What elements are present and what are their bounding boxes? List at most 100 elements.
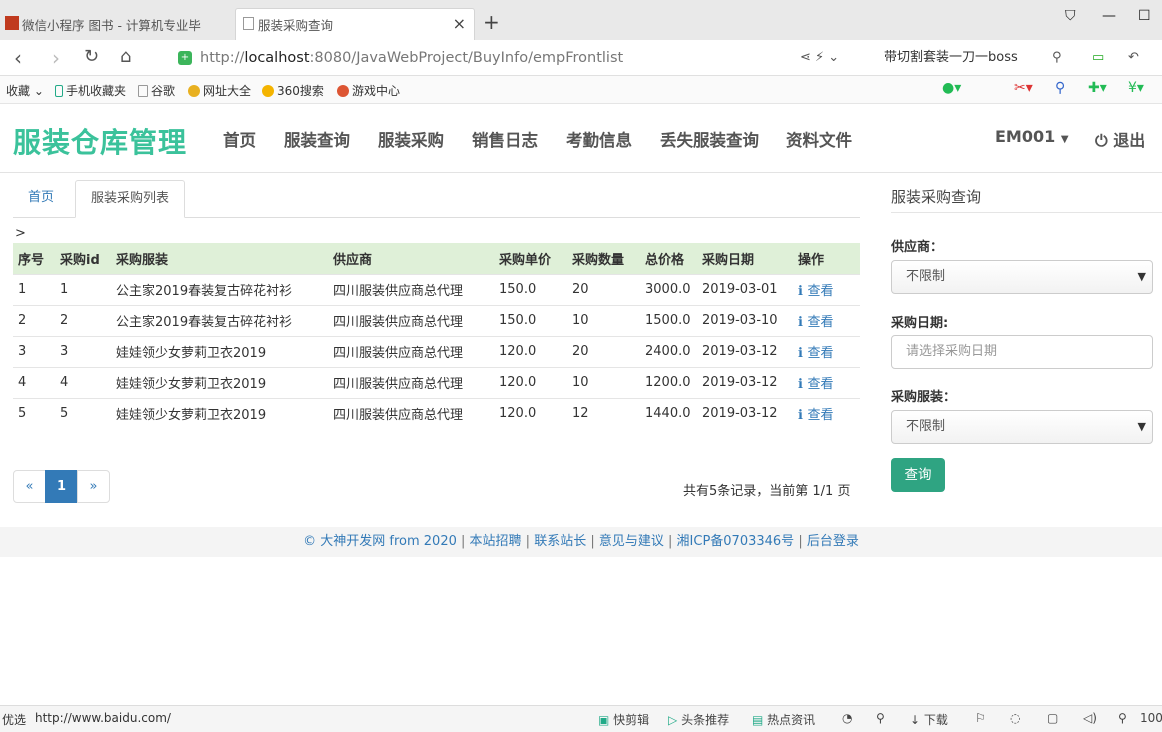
separator: |	[586, 534, 599, 549]
scissors-icon[interactable]: ✂▾	[1014, 80, 1033, 96]
nav-item-lost-clothes[interactable]: 丢失服装查询	[660, 127, 759, 151]
date-input[interactable]: 请选择采购日期	[891, 335, 1153, 369]
view-link[interactable]: ℹ 查看	[798, 346, 833, 361]
search-input[interactable]: 带切割套装一刀一boss	[878, 46, 1078, 70]
status-item[interactable]: ↓ 下载	[910, 711, 948, 728]
caret-down-icon: ▼	[1137, 270, 1146, 283]
table-cell: 10	[567, 304, 640, 336]
forward-icon[interactable]: ›	[52, 46, 60, 70]
table-cell: 3	[55, 335, 111, 367]
col-header: 采购数量	[567, 243, 640, 274]
user-menu[interactable]: EM001 ▼	[995, 127, 1069, 146]
table-row: 3 3 娃娃领少女萝莉卫衣2019 四川服装供应商总代理 120.0 20 2400.0 20…	[13, 335, 860, 367]
pin-icon[interactable]: ⚲	[876, 711, 885, 725]
refresh-icon[interactable]: ↻	[84, 46, 99, 67]
nav-item-attendance[interactable]: 考勤信息	[566, 127, 632, 151]
speed-icon[interactable]: ◔	[842, 711, 852, 725]
status-item[interactable]: ▣ 快剪辑	[598, 711, 649, 728]
footer-link[interactable]: 后台登录	[807, 534, 859, 549]
table-cell: 四川服装供应商总代理	[328, 366, 494, 398]
site-footer: © 大神开发网 from 2020 | 本站招聘 | 联系站长 | 意见与建议 …	[0, 527, 1162, 557]
table-cell: 四川服装供应商总代理	[328, 273, 494, 305]
gamepad-icon[interactable]: ✚▾	[1088, 80, 1107, 96]
next-page-button[interactable]: »	[77, 470, 110, 503]
view-link[interactable]: ℹ 查看	[798, 315, 833, 330]
url-field[interactable]: + http://localhost:8080/JavaWebProject/B…	[178, 45, 788, 71]
logout-button[interactable]: ⏻ 退出	[1095, 127, 1145, 151]
window-icon[interactable]: ▢	[1047, 711, 1058, 725]
home-icon[interactable]: ⌂	[120, 46, 131, 67]
footer-link[interactable]: 意见与建议	[599, 534, 664, 549]
footer-link[interactable]: 湘ICP备0703346号	[677, 534, 795, 549]
nav-item-files[interactable]: 资料文件	[786, 127, 852, 151]
browser-tab-1[interactable]: 微信小程序 图书 - 计算机专业毕	[0, 8, 235, 40]
table-row: 1 1 公主家2019春装复古碎花衬衫 四川服装供应商总代理 150.0 20 3000.0…	[13, 273, 860, 305]
shirt-icon[interactable]: ⛉	[1065, 8, 1076, 24]
yuan-icon[interactable]: ¥▾	[1128, 80, 1144, 96]
minimize-icon[interactable]: —	[1102, 8, 1116, 24]
bookmark-item[interactable]: 收藏 ⌄	[6, 82, 44, 99]
table-cell: 10	[567, 366, 640, 398]
table-cell: 公主家2019春装复古碎花衬衫	[111, 273, 328, 305]
nav-item-clothes-query[interactable]: 服装查询	[284, 127, 350, 151]
table-cell: 2019-03-12	[697, 335, 793, 367]
table-cell: 娃娃领少女萝莉卫衣2019	[111, 366, 328, 398]
browser-tab-bar: 微信小程序 图书 - 计算机专业毕 服装采购查询 × + ⛉ — ☐	[0, 0, 1162, 40]
nav-item-home[interactable]: 首页	[223, 127, 256, 151]
tab-purchase-list[interactable]: 服装采购列表	[75, 180, 186, 218]
back-icon[interactable]: ‹	[14, 46, 22, 70]
col-header: 总价格	[640, 243, 697, 274]
bookmark-item[interactable]: 手机收藏夹	[55, 82, 126, 99]
browser-tab-2[interactable]: 服装采购查询 ×	[235, 8, 475, 40]
clip-icon: ▣	[598, 713, 610, 727]
footer-link[interactable]: 本站招聘	[470, 534, 522, 549]
table-row: 4 4 娃娃领少女萝莉卫衣2019 四川服装供应商总代理 120.0 10 1200.0 20…	[13, 366, 860, 398]
volume-icon[interactable]: ◁)	[1083, 711, 1097, 725]
footer-link[interactable]: © 大神开发网 from 2020	[303, 534, 457, 549]
nav-item-sales-log[interactable]: 销售日志	[472, 127, 538, 151]
logout-label: 退出	[1113, 131, 1146, 150]
search-icon	[262, 84, 274, 97]
power-icon: ⏻	[1095, 131, 1108, 150]
bookmark-item[interactable]: 360搜索	[262, 82, 324, 99]
col-header: 采购日期	[697, 243, 793, 274]
nav-item-purchase[interactable]: 服装采购	[378, 127, 444, 151]
close-icon[interactable]: ×	[453, 14, 466, 33]
wechat-icon[interactable]: ●▾	[942, 80, 961, 96]
bookmark-item[interactable]: 游戏中心	[337, 82, 400, 99]
page-1-button[interactable]: 1	[45, 470, 78, 503]
bookmark-item[interactable]: 网址大全	[188, 82, 251, 99]
query-button[interactable]: 查询	[891, 458, 945, 492]
table-cell: 3	[13, 335, 55, 367]
zoom-icon[interactable]: ⚲	[1118, 711, 1127, 725]
share-icon[interactable]: ⋖ ⚡ ⌄	[800, 50, 839, 65]
view-link[interactable]: ℹ 查看	[798, 408, 833, 423]
undo-icon[interactable]: ↶	[1128, 50, 1139, 65]
supplier-select[interactable]: 不限制 ▼	[891, 260, 1153, 294]
footer-link[interactable]: 联系站长	[534, 534, 586, 549]
status-item[interactable]: ▷ 头条推荐	[668, 711, 729, 728]
site-brand[interactable]: 服装仓库管理	[13, 121, 187, 161]
clothes-select[interactable]: 不限制 ▼	[891, 410, 1153, 444]
view-link[interactable]: ℹ 查看	[798, 284, 833, 299]
battery-icon[interactable]: ▭	[1092, 50, 1104, 65]
table-cell: 四川服装供应商总代理	[328, 397, 494, 429]
bookmark-item[interactable]: 谷歌	[138, 82, 175, 99]
address-bar: ‹ › ↻ ⌂ + http://localhost:8080/JavaWebP…	[0, 40, 1162, 76]
tab-title: 微信小程序 图书 - 计算机专业毕	[22, 17, 201, 33]
magnifier-icon[interactable]: ⚲	[1055, 80, 1065, 96]
new-tab-icon[interactable]: +	[483, 10, 500, 34]
action-cell: ℹ 查看	[793, 273, 860, 305]
col-header: 采购服装	[111, 243, 328, 274]
maximize-icon[interactable]: ☐	[1138, 8, 1151, 24]
leaf-icon[interactable]: ◌	[1010, 711, 1020, 725]
table-cell: 2019-03-10	[697, 304, 793, 336]
search-icon[interactable]: ⚲	[1052, 50, 1062, 65]
caret-down-icon: ▼	[1060, 134, 1069, 145]
flag-icon[interactable]: ⚐	[975, 711, 986, 725]
prev-page-button[interactable]: «	[13, 470, 46, 503]
tab-home[interactable]: 首页	[13, 180, 69, 218]
view-link[interactable]: ℹ 查看	[798, 377, 833, 392]
status-item[interactable]: ▤ 热点资讯	[752, 711, 815, 728]
col-header: 操作	[793, 243, 860, 274]
